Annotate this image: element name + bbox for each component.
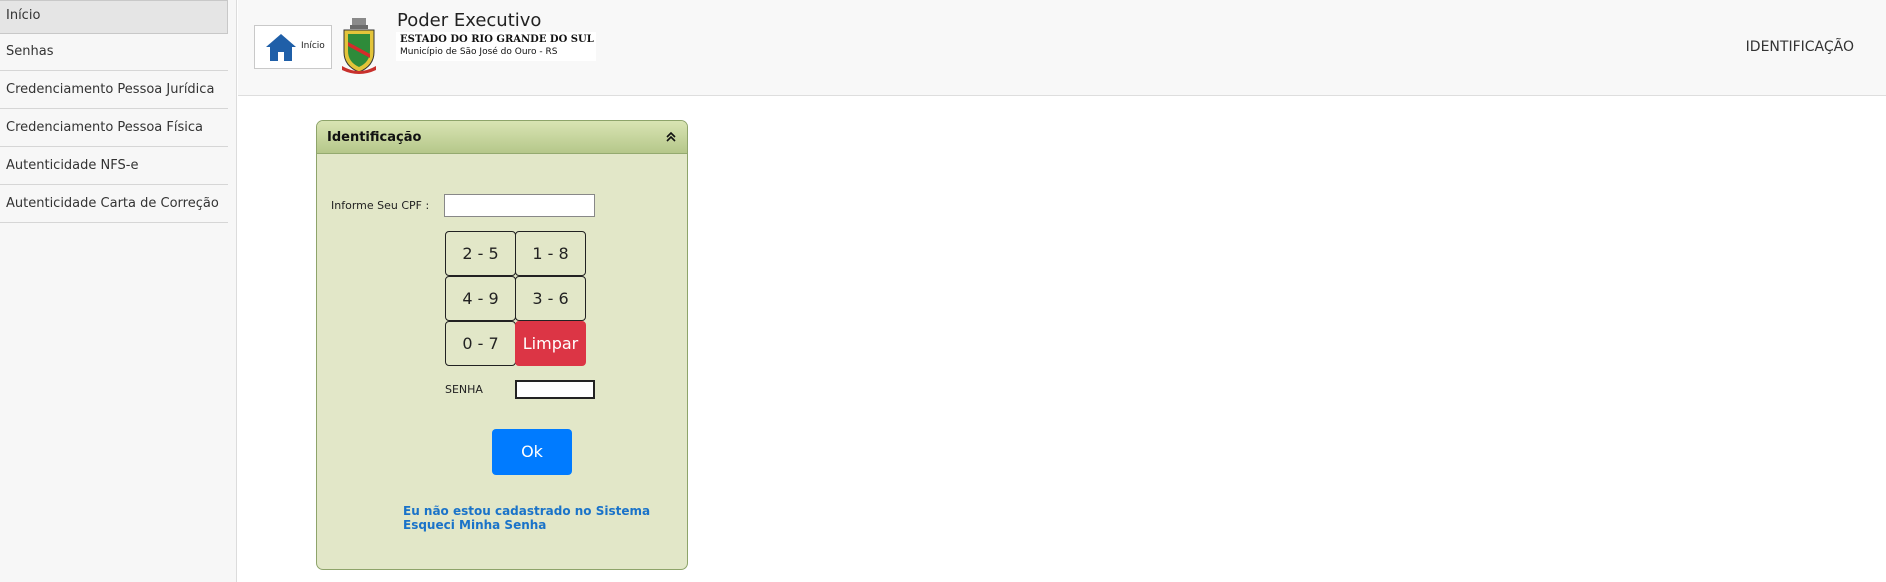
not-registered-link[interactable]: Eu não estou cadastrado no Sistema	[403, 504, 650, 518]
sidebar-item-autenticidade-carta[interactable]: Autenticidade Carta de Correção	[0, 189, 228, 223]
key-3-6[interactable]: 3 - 6	[515, 276, 586, 321]
sidebar-item-autenticidade-nfse[interactable]: Autenticidade NFS-e	[0, 151, 228, 185]
brand-box: ESTADO DO RIO GRANDE DO SUL Município de…	[396, 32, 596, 61]
key-4-9[interactable]: 4 - 9	[445, 276, 516, 321]
sidebar: Início Senhas Credenciamento Pessoa Jurí…	[0, 0, 237, 582]
key-1-8[interactable]: 1 - 8	[515, 231, 586, 276]
identificacao-link[interactable]: IDENTIFICAÇÃO	[1746, 39, 1854, 55]
ok-button[interactable]: Ok	[492, 429, 572, 475]
key-2-5[interactable]: 2 - 5	[445, 231, 516, 276]
senha-label: SENHA	[445, 383, 483, 396]
sidebar-item-credenciamento-juridica[interactable]: Credenciamento Pessoa Jurídica	[0, 75, 228, 109]
top-header: Início Poder Executivo ESTADO DO RIO GRA…	[238, 0, 1886, 96]
home-label: Início	[301, 41, 325, 51]
identification-panel: Identificação Informe Seu CPF : 2 - 5 1 …	[316, 120, 688, 570]
senha-input[interactable]	[515, 380, 595, 399]
panel-header: Identificação	[317, 121, 687, 154]
sidebar-item-inicio[interactable]: Início	[0, 0, 228, 34]
brand-title: Poder Executivo	[397, 10, 542, 31]
brand-city: Município de São José do Ouro - RS	[400, 47, 558, 57]
municipal-crest-icon	[342, 18, 376, 74]
home-icon	[266, 34, 296, 61]
cpf-input[interactable]	[444, 194, 595, 217]
key-0-7[interactable]: 0 - 7	[445, 321, 516, 366]
sidebar-item-credenciamento-fisica[interactable]: Credenciamento Pessoa Física	[0, 113, 228, 147]
double-chevron-up-icon[interactable]	[665, 131, 677, 143]
brand-state: ESTADO DO RIO GRANDE DO SUL	[400, 34, 594, 45]
forgot-password-link[interactable]: Esqueci Minha Senha	[403, 518, 546, 532]
panel-title: Identificação	[327, 130, 422, 145]
home-button[interactable]: Início	[254, 25, 332, 69]
cpf-label: Informe Seu CPF :	[331, 199, 430, 212]
sidebar-item-senhas[interactable]: Senhas	[0, 37, 228, 71]
clear-button[interactable]: Limpar	[515, 321, 586, 366]
